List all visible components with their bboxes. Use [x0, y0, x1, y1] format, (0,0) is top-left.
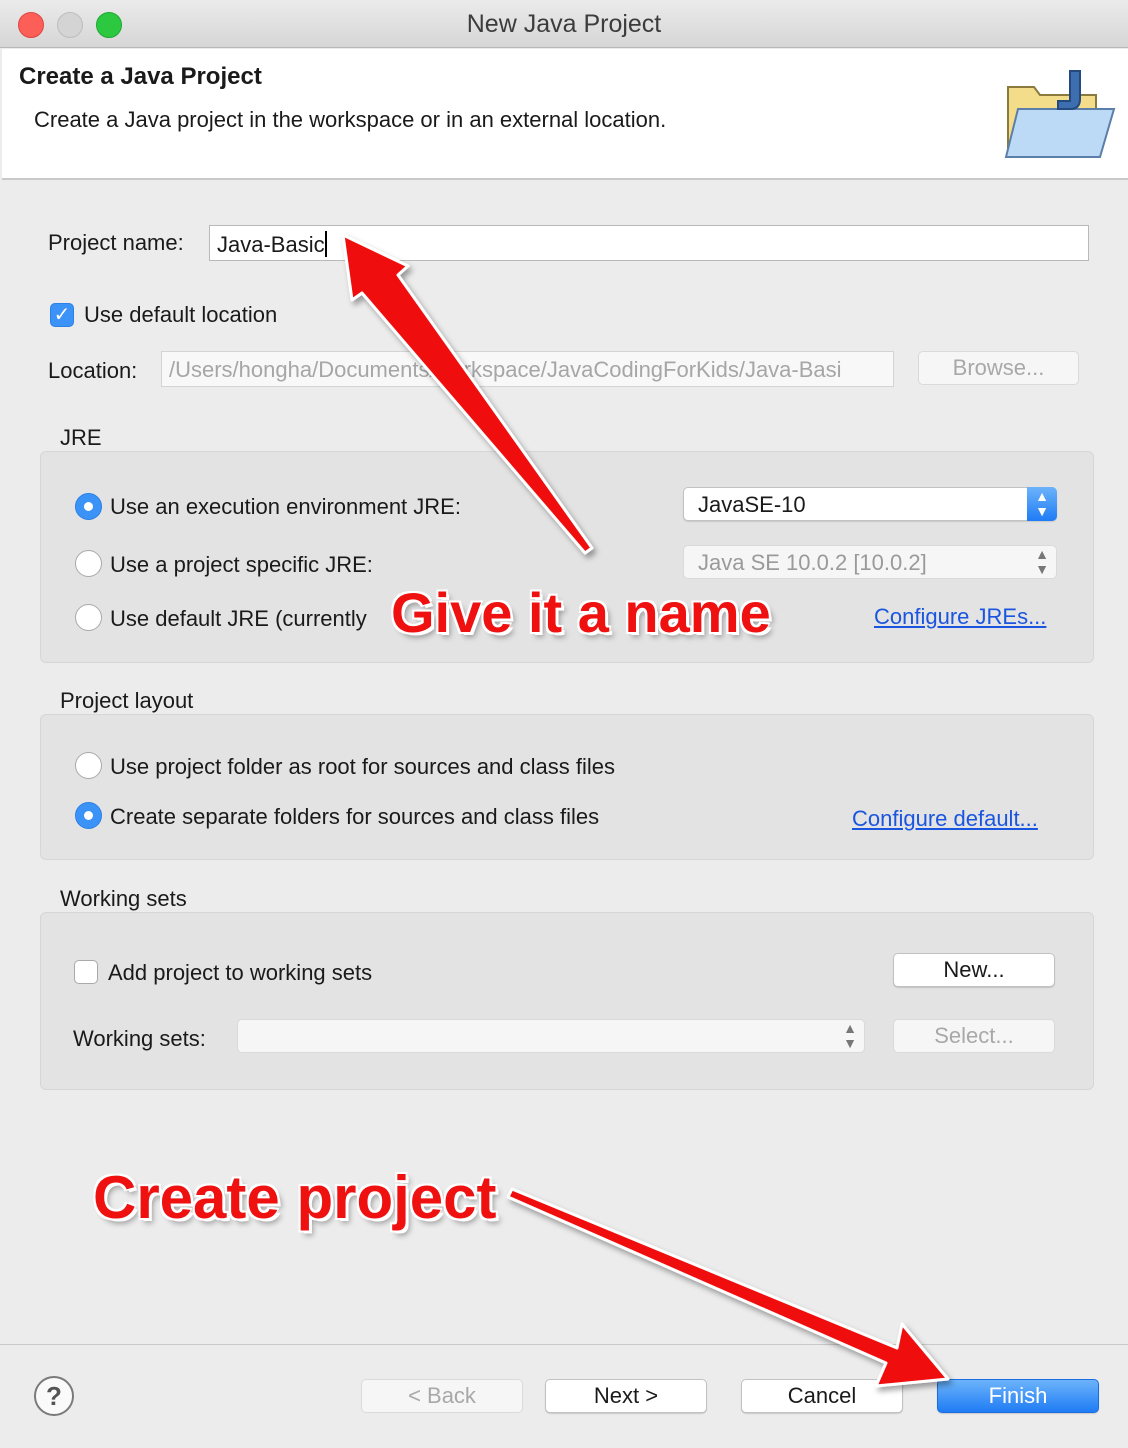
title-bar: New Java Project: [0, 0, 1128, 48]
layout-separate-label: Create separate folders for sources and …: [110, 804, 600, 829]
java-project-folder-icon: [1004, 70, 1116, 158]
jre-default-label: Use default JRE (currently: [110, 606, 367, 631]
configure-jres-link[interactable]: Configure JREs...: [874, 604, 1046, 630]
updown-chevron-icon: ▲ ▼: [843, 1020, 857, 1051]
wizard-header: Create a Java Project Create a Java proj…: [2, 49, 1128, 180]
jre-default-radio[interactable]: [75, 604, 102, 631]
layout-root-radio[interactable]: [75, 752, 102, 779]
next-button[interactable]: Next >: [545, 1379, 707, 1413]
jre-env-radio[interactable]: [75, 493, 102, 520]
project-name-value: Java-Basic: [217, 232, 325, 257]
jre-specific-value: Java SE 10.0.2 [10.0.2]: [698, 550, 927, 575]
jre-specific-select[interactable]: Java SE 10.0.2 [10.0.2] ▲ ▼: [683, 545, 1057, 579]
give-name-annotation: Give it a name: [391, 581, 771, 644]
back-button[interactable]: < Back: [361, 1379, 523, 1413]
use-default-location-label: Use default location: [84, 302, 278, 327]
browse-button[interactable]: Browse...: [918, 351, 1079, 385]
wizard-description: Create a Java project in the workspace o…: [34, 107, 667, 132]
project-layout-group-label: Project layout: [60, 688, 194, 713]
cancel-button[interactable]: Cancel: [741, 1379, 903, 1413]
add-to-working-sets-label: Add project to working sets: [108, 960, 373, 985]
jre-specific-label: Use a project specific JRE:: [110, 552, 373, 577]
new-java-project-dialog: New Java Project Create a Java Project C…: [0, 0, 1128, 1448]
working-sets-label: Working sets:: [73, 1026, 206, 1051]
use-default-location-checkbox[interactable]: ✓: [50, 303, 74, 327]
project-layout-group: [40, 714, 1094, 860]
working-sets-group: [40, 912, 1094, 1090]
project-name-input[interactable]: Java-Basic: [209, 225, 1089, 261]
layout-root-label: Use project folder as root for sources a…: [110, 754, 616, 779]
jre-group-label: JRE: [60, 425, 102, 450]
wizard-title: Create a Java Project: [19, 63, 262, 90]
finish-arrow: [506, 1187, 950, 1388]
finish-button[interactable]: Finish: [937, 1379, 1099, 1413]
location-label: Location:: [48, 358, 138, 383]
text-caret: [324, 231, 327, 257]
window-title: New Java Project: [466, 10, 662, 38]
jre-specific-radio[interactable]: [75, 550, 102, 577]
jre-env-value: JavaSE-10: [698, 492, 806, 517]
configure-default-link[interactable]: Configure default...: [852, 806, 1038, 832]
working-sets-select[interactable]: ▲ ▼: [237, 1019, 865, 1053]
footer-divider: [0, 1344, 1128, 1345]
new-working-set-button[interactable]: New...: [893, 953, 1055, 987]
location-input[interactable]: /Users/hongha/Documents/workspace/JavaCo…: [161, 351, 894, 387]
layout-separate-radio[interactable]: [75, 802, 102, 829]
select-working-sets-button[interactable]: Select...: [893, 1019, 1055, 1053]
create-project-annotation: Create project: [93, 1164, 497, 1231]
jre-env-select[interactable]: JavaSE-10 ▲ ▼: [683, 487, 1057, 521]
updown-chevron-icon: ▲ ▼: [1035, 546, 1049, 577]
add-to-working-sets-checkbox[interactable]: [74, 960, 98, 984]
jre-env-label: Use an execution environment JRE:: [110, 494, 461, 519]
updown-chevron-icon: ▲ ▼: [1027, 487, 1057, 521]
working-sets-group-label: Working sets: [60, 886, 187, 911]
project-name-label: Project name:: [48, 230, 184, 255]
help-icon[interactable]: ?: [34, 1376, 74, 1416]
